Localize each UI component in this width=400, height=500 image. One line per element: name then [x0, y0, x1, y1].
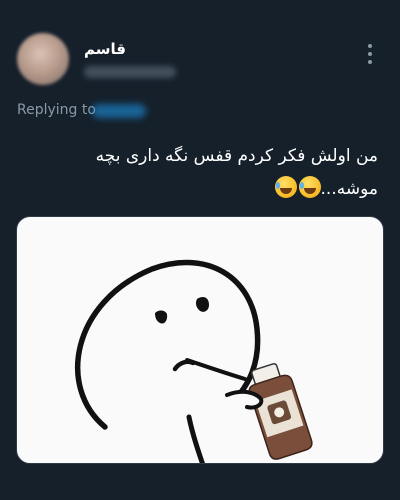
stick-figure-drinking-bottle-icon	[74, 259, 313, 463]
dot-icon	[368, 60, 372, 64]
dot-icon	[368, 52, 372, 56]
tweet-text: من اولش فکر کردم قفس نگه داری بچه موشه..…	[30, 140, 378, 206]
rolling-laughing-emoji-icon	[274, 176, 297, 198]
dot-icon	[368, 44, 372, 48]
tweet-media-image[interactable]	[16, 216, 384, 464]
author-avatar[interactable]	[17, 33, 69, 85]
tweet-text-line-2-text: موشه...	[320, 179, 378, 199]
author-display-name[interactable]: قاسم	[84, 40, 126, 58]
tweet-text-line-1: من اولش فکر کردم قفس نگه داری بچه	[95, 146, 378, 166]
replying-to-label: Replying to	[17, 102, 96, 118]
tweet-text-line-2: موشه...	[30, 173, 378, 206]
author-handle-blurred[interactable]	[84, 66, 176, 78]
more-options-icon[interactable]	[362, 42, 378, 66]
replying-to-handle-blurred[interactable]	[92, 104, 146, 118]
rolling-laughing-emoji-icon	[298, 176, 321, 198]
